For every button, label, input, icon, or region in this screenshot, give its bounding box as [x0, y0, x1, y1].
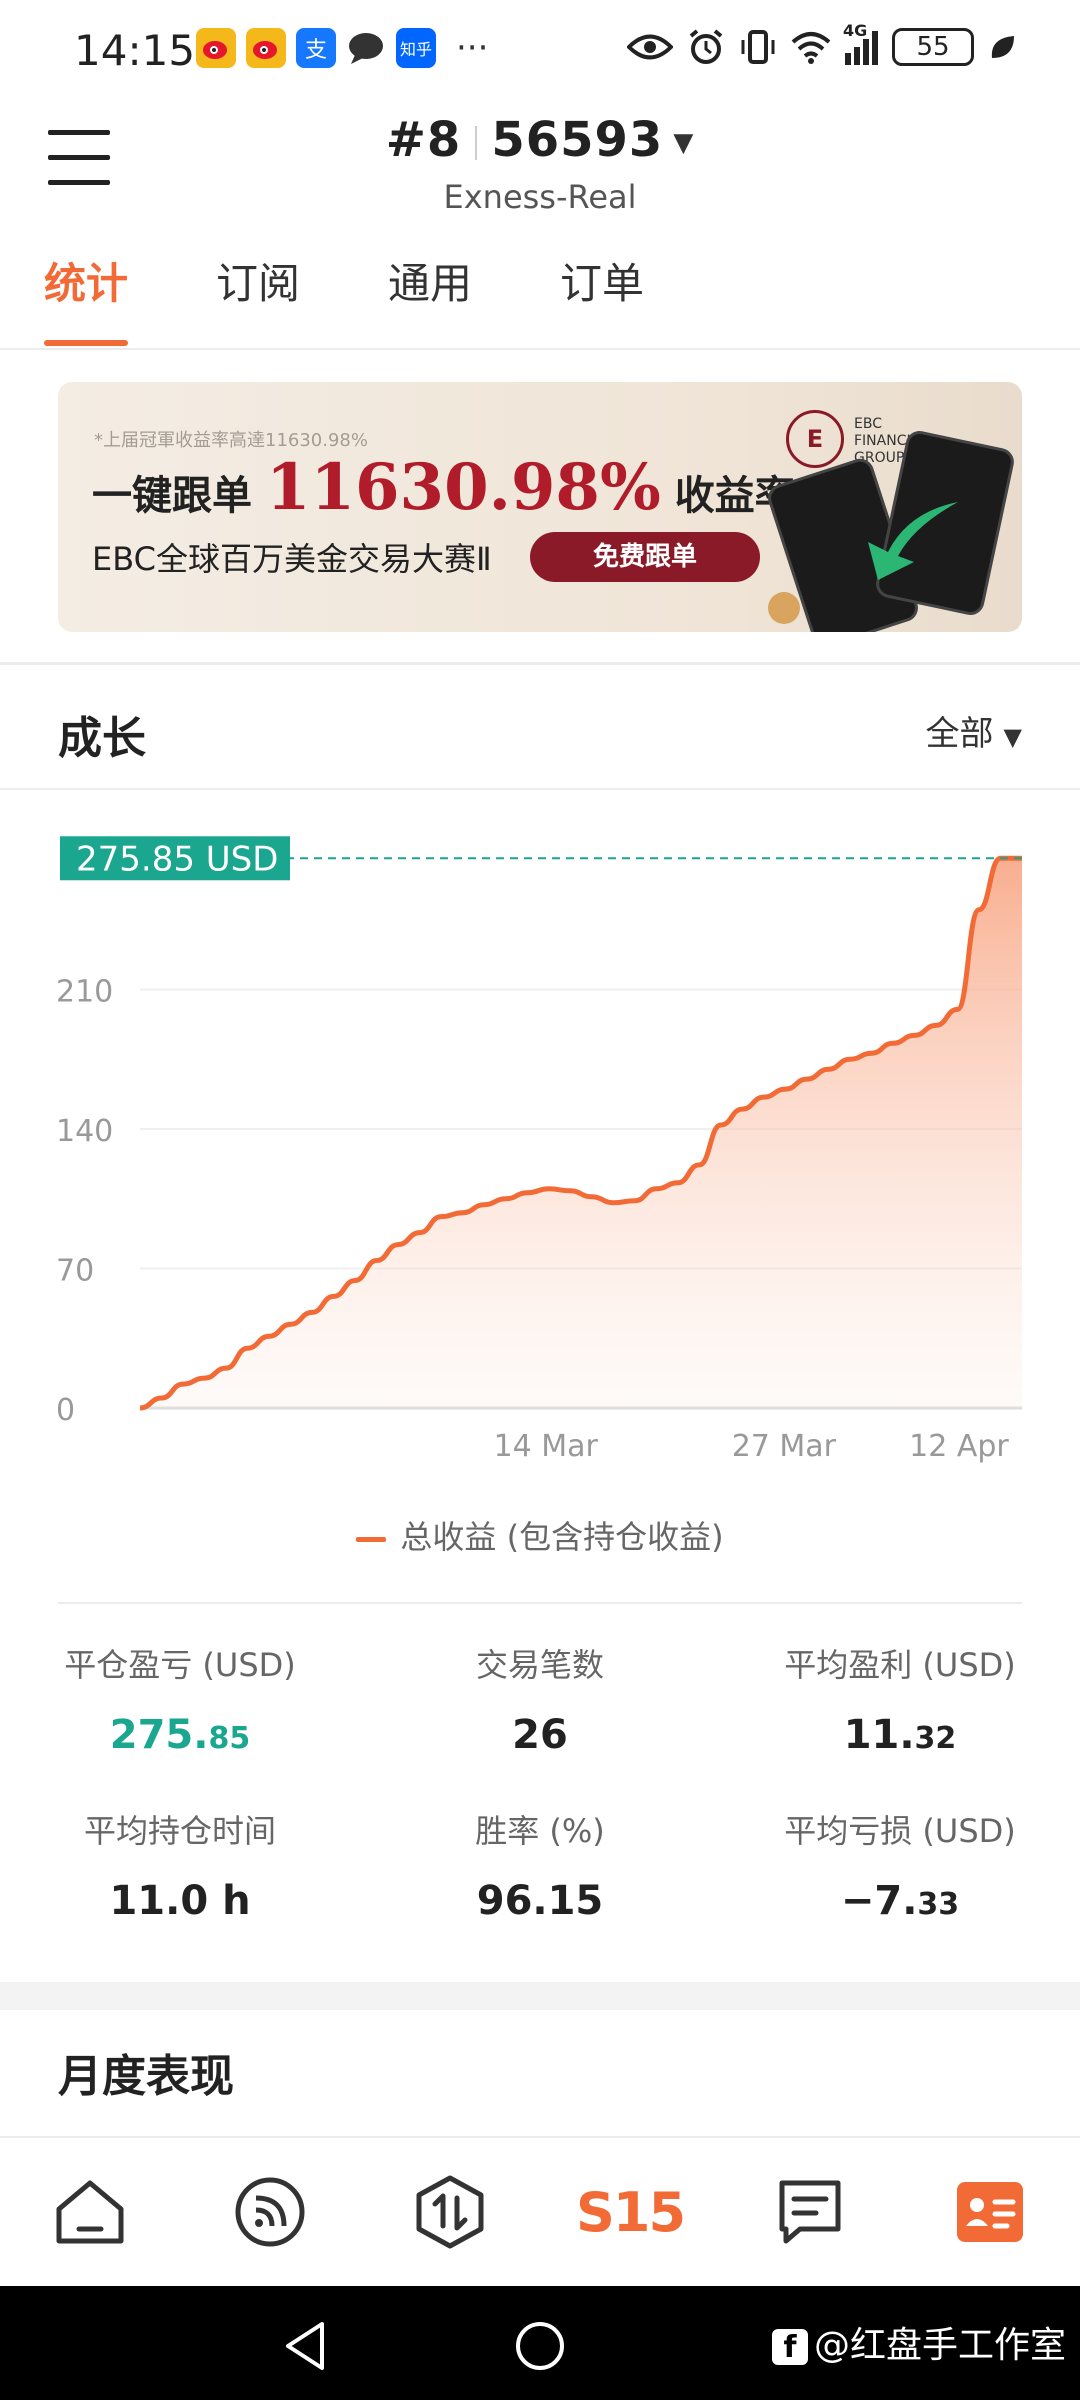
leaf-icon — [991, 36, 1014, 58]
chevron-down-icon: ▼ — [673, 128, 695, 158]
system-navigation-bar: f @红盘手工作室 — [0, 2286, 1080, 2400]
wifi-icon — [791, 32, 831, 64]
banner-note: *上届冠軍收益率高達11630.98% — [94, 430, 368, 451]
nav-s15[interactable]: S15 — [576, 2162, 686, 2262]
tab-statistics[interactable]: 统计 — [44, 250, 129, 346]
stat-value: 96.15 — [476, 1878, 604, 1924]
banner-return-value: 11630.98% — [265, 450, 661, 525]
alarm-icon — [689, 29, 723, 64]
x-tick-label: 14 Mar — [494, 1429, 599, 1464]
s15-logo-icon: S15 — [575, 2180, 686, 2244]
zhihu-icon: 知乎 — [396, 28, 436, 68]
stats-grid: 平仓盈亏 (USD) 275.85 交易笔数 26 平均盈利 (USD) 11.… — [0, 1640, 1080, 1972]
y-tick-label: 210 — [56, 975, 113, 1010]
trade-icon — [416, 2175, 484, 2249]
banner-subline: EBC全球百万美金交易大赛Ⅱ — [92, 540, 492, 578]
broker-name: Exness-Real — [443, 178, 637, 216]
home-button-icon[interactable] — [514, 2320, 566, 2372]
x-tick-label: 12 Apr — [909, 1429, 1009, 1464]
growth-section-header: 成长 全部 ▼ — [0, 664, 1080, 788]
nav-signals[interactable] — [220, 2162, 320, 2262]
account-rank: #8 — [385, 112, 462, 168]
nav-messages[interactable] — [760, 2162, 860, 2262]
stat-trade-count: 交易笔数 26 — [360, 1640, 720, 1806]
network-type-label: 4G — [843, 21, 868, 40]
nav-home[interactable] — [40, 2162, 140, 2262]
stat-avg-loss: 平均亏损 (USD) −7.33 — [720, 1806, 1080, 1972]
home-icon — [56, 2180, 124, 2244]
stat-value: 11.32 — [843, 1712, 957, 1758]
banner-headline: 一键跟单 11630.98% 收益率 — [92, 450, 795, 525]
growth-area — [140, 858, 1022, 1408]
ebc-logo-icon: E — [786, 410, 844, 468]
stat-closed-pnl: 平仓盈亏 (USD) 275.85 — [0, 1640, 360, 1806]
stat-value: 275.85 — [109, 1712, 251, 1758]
growth-title: 成长 — [58, 713, 146, 764]
legend-label: 总收益 (包含持仓收益) — [400, 1518, 724, 1556]
monthly-performance-title: 月度表现 — [58, 2051, 234, 2102]
status-bar: 14:15 支 知乎 ··· 4G 55 — [0, 0, 1080, 100]
y-tick-label: 0 — [56, 1393, 75, 1428]
weibo-icon — [246, 28, 286, 68]
tab-bar: 统计 订阅 通用 订单 — [0, 250, 1080, 350]
coin-icon — [768, 592, 800, 624]
bottom-navigation: S15 — [0, 2136, 1080, 2286]
stat-avg-profit: 平均盈利 (USD) 11.32 — [720, 1640, 1080, 1806]
promo-banner[interactable]: *上届冠軍收益率高達11630.98% 一键跟单 11630.98% 收益率 E… — [58, 382, 1022, 632]
chevron-down-icon: ▼ — [1003, 723, 1022, 751]
stat-win-rate: 胜率 (%) 96.15 — [360, 1806, 720, 1972]
alipay-icon: 支 — [296, 28, 336, 68]
tab-subscription[interactable]: 订阅 — [216, 250, 300, 346]
chart-legend: 总收益 (包含持仓收益) — [0, 1512, 1080, 1558]
tab-general[interactable]: 通用 — [388, 250, 472, 346]
stat-value: 11.0 h — [109, 1878, 251, 1924]
battery-indicator: 55 — [892, 28, 974, 66]
legend-swatch — [356, 1536, 387, 1542]
y-tick-label: 140 — [56, 1114, 113, 1149]
y-tick-label: 70 — [56, 1254, 94, 1289]
messages-icon — [779, 2180, 841, 2244]
range-filter-value: 全部 — [925, 714, 994, 754]
profile-card-icon — [957, 2182, 1023, 2242]
stat-value: −7.33 — [840, 1878, 960, 1924]
status-time: 14:15 — [74, 26, 196, 75]
weibo-icon — [196, 28, 236, 68]
vibrate-icon — [741, 30, 775, 64]
free-copy-trade-button[interactable]: 免费跟单 — [530, 532, 760, 582]
x-tick-label: 27 Mar — [732, 1429, 837, 1464]
more-notifications-icon: ··· — [456, 28, 489, 68]
stat-value: 26 — [512, 1712, 568, 1758]
notification-icons: 支 知乎 ··· — [196, 28, 488, 68]
tab-orders[interactable]: 订单 — [560, 250, 644, 346]
app-header: #8 56593 ▼ Exness-Real — [0, 100, 1080, 230]
current-value-label: 275.85 USD — [60, 836, 290, 881]
nav-trade[interactable] — [400, 2162, 500, 2262]
account-number: 56593 — [491, 112, 664, 168]
green-arrow-icon — [868, 502, 958, 580]
section-separator — [0, 1982, 1080, 2010]
nav-profile[interactable] — [940, 2162, 1040, 2262]
cellular-signal-icon: 4G — [843, 21, 878, 65]
stat-avg-hold-time: 平均持仓时间 11.0 h — [0, 1806, 360, 1972]
facebook-icon: f — [771, 2329, 808, 2365]
watermark: f @红盘手工作室 — [771, 2316, 1066, 2368]
signal-feed-icon — [235, 2177, 305, 2247]
eye-icon — [627, 34, 673, 60]
svg-text:275.85 USD: 275.85 USD — [76, 839, 278, 879]
growth-chart: 0 70 140 210 14 Mar 27 Mar 12 Apr 275.85 USD — [0, 800, 1080, 1500]
system-indicators: 4G 55 — [627, 21, 1016, 66]
back-icon[interactable] — [282, 2320, 328, 2372]
chat-bubble-icon — [346, 28, 386, 68]
range-filter-dropdown[interactable]: 全部 ▼ — [926, 706, 1022, 755]
account-selector[interactable]: #8 56593 ▼ Exness-Real — [0, 112, 1080, 216]
